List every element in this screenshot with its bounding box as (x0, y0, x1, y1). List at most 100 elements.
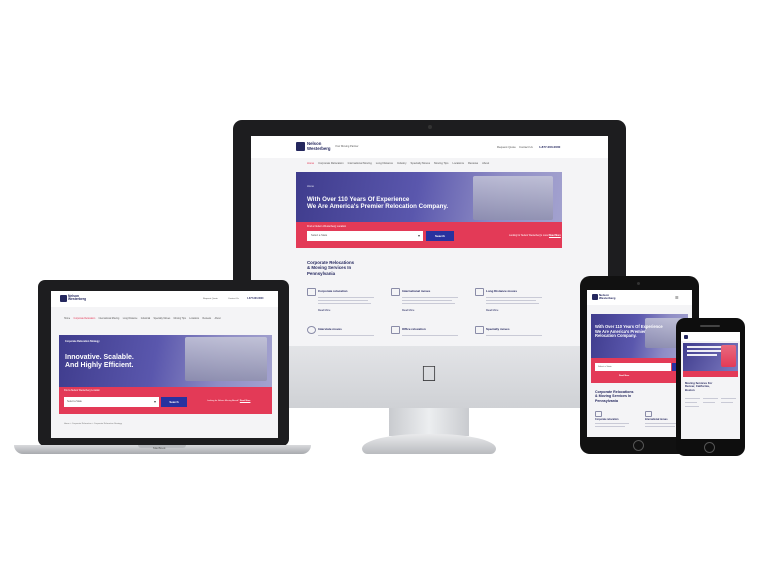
service-card-specialty[interactable]: Specialty moves (475, 324, 549, 344)
hero-title-line1: Innovative. Scalable. (65, 354, 134, 361)
contact-us-link[interactable]: Contact Us (519, 145, 533, 149)
logo-mark-icon[interactable] (592, 294, 598, 300)
section-title-line2: & Moving Services In (307, 265, 352, 271)
briefcase-icon (595, 411, 602, 417)
iphone-screen: Moving Services For Denver, California, … (681, 332, 740, 439)
nav-item-specialty[interactable]: Specialty Moves (411, 162, 431, 165)
nav-item-tips[interactable]: Moving Tips (434, 162, 448, 165)
card-text-line (318, 297, 374, 298)
card-text-line (645, 423, 679, 424)
card-text-line (721, 398, 736, 399)
section-title-line3: Pennsylvania (595, 398, 618, 403)
building-icon (391, 326, 400, 334)
speaker-icon (700, 325, 720, 327)
macbook-screen: Nelson Westerberg Request Quote Contact … (51, 291, 278, 438)
card-text-line (685, 406, 699, 407)
brand-logo[interactable]: Nelson Westerberg (307, 141, 331, 151)
nav-item-international[interactable]: International Moving (348, 162, 372, 165)
hero-title-line2: We Are America's Premier Relocation Comp… (307, 203, 449, 211)
nav-item-international[interactable]: International Moving (99, 318, 120, 320)
section-title-line3: Pennsylvania (307, 270, 336, 276)
plane-icon (391, 288, 400, 296)
state-select[interactable]: Select a State (595, 363, 671, 371)
briefcase-icon (307, 288, 316, 296)
state-select-value: Select a State (311, 234, 328, 237)
menu-icon[interactable]: ☰ (675, 295, 679, 300)
form-aside-link[interactable]: Read More (549, 235, 561, 237)
card-title[interactable]: Corporate relocation (595, 418, 619, 421)
nav-item-corporate[interactable]: Corporate Relocation (318, 162, 343, 165)
card-text-line (721, 402, 733, 403)
state-select[interactable]: Select a State ▾ (64, 397, 159, 407)
macbook-label: MacBook (153, 446, 166, 450)
card-title[interactable]: International moves (645, 418, 668, 421)
breadcrumb[interactable]: Home > Corporate Relocation > Corporate … (64, 423, 122, 425)
hero-kicker: Corporate Relocation Strategy (65, 340, 100, 343)
hero-title-line3: Relocation Company. (595, 333, 637, 339)
card-text-line (486, 335, 542, 336)
logo-mark-icon[interactable] (684, 334, 688, 339)
logo-mark-icon[interactable] (60, 295, 67, 302)
brand-tagline: Your Moving Partner (335, 145, 359, 148)
search-button[interactable]: Search (426, 231, 454, 241)
globe-icon (307, 326, 316, 334)
phone-number[interactable]: 1-877-000-0000 (247, 298, 263, 300)
service-card-corporate[interactable]: Corporate relocation Read More (307, 286, 381, 316)
form-label: Find a Nelson Westerberg Location (307, 225, 347, 228)
card-text-line (595, 423, 629, 424)
imac-stand-foot (362, 434, 496, 454)
card-text-line (685, 398, 700, 399)
card-text-line (486, 303, 539, 304)
nav-item-industrial[interactable]: Industrial (141, 318, 150, 320)
nav-item-locations[interactable]: Locations (452, 162, 464, 165)
form-aside-link[interactable]: Read More (619, 375, 629, 377)
state-select[interactable]: Select a State ▾ (307, 231, 423, 241)
service-card-interstate[interactable]: Interstate moves (307, 324, 381, 344)
camera-icon (428, 125, 432, 129)
plane-icon (645, 411, 652, 417)
brand-logo[interactable]: Nelson Westerberg (599, 293, 615, 301)
nav-item-reviews[interactable]: Reviews (468, 162, 478, 165)
card-read-more[interactable]: Read More (318, 309, 330, 312)
card-text-line (486, 300, 536, 301)
section-title: Moving Services For Denver, California, … (685, 381, 712, 392)
home-button-icon (633, 440, 644, 451)
nav-item-about[interactable]: About (482, 162, 489, 165)
form-aside-text: Looking for Nelson Moving Ahead? (207, 400, 240, 402)
card-read-more[interactable]: Read More (402, 309, 414, 312)
nav-item-corporate[interactable]: Corporate Relocation (74, 318, 96, 320)
nav-item-home[interactable]: Home (307, 162, 314, 165)
nav-item-industry[interactable]: Industry (397, 162, 407, 165)
form-aside-link[interactable]: Read More (240, 400, 251, 402)
request-quote-link[interactable]: Request Quote (497, 145, 516, 149)
nav-item-tips[interactable]: Moving Tips (174, 318, 186, 320)
imac-stand-neck (389, 408, 469, 436)
logo-mark-icon[interactable] (296, 142, 305, 151)
nav-item-about[interactable]: About (215, 318, 221, 320)
nav-item-long-distance[interactable]: Long Distance (376, 162, 393, 165)
nav-item-specialty[interactable]: Specialty Moves (154, 318, 171, 320)
form-aside: Looking for Nelson Moving Ahead? Read Mo… (207, 400, 250, 402)
nav-item-home[interactable]: Home (64, 318, 70, 320)
nav-item-reviews[interactable]: Reviews (203, 318, 212, 320)
search-button[interactable]: Search (161, 397, 187, 407)
card-text-line (318, 335, 374, 336)
brand-logo[interactable]: Nelson Westerberg (68, 294, 86, 303)
service-card-long-distance[interactable]: Long Distance moves Read More (475, 286, 549, 316)
card-read-more[interactable]: Read More (486, 309, 498, 312)
contact-us-link[interactable]: Contact Us (228, 298, 239, 300)
request-quote-link[interactable]: Request Quote (203, 298, 218, 300)
card-text-line (703, 402, 715, 403)
chevron-down-icon: ▾ (417, 233, 420, 238)
card-title: Interstate moves (318, 327, 342, 331)
main-nav: Home Corporate Relocation International … (64, 318, 221, 320)
truck-image (185, 337, 267, 381)
card-text-line (402, 335, 458, 336)
phone-number[interactable]: 1-877-000-0000 (539, 145, 560, 149)
service-card-international[interactable]: International moves Read More (391, 286, 465, 316)
nav-item-locations[interactable]: Locations (189, 318, 199, 320)
hero-title: Innovative. Scalable. And Highly Efficie… (65, 354, 134, 370)
nav-item-long-distance[interactable]: Long Distance (123, 318, 138, 320)
service-card-office[interactable]: Office relocation (391, 324, 465, 344)
piano-icon (475, 326, 484, 334)
